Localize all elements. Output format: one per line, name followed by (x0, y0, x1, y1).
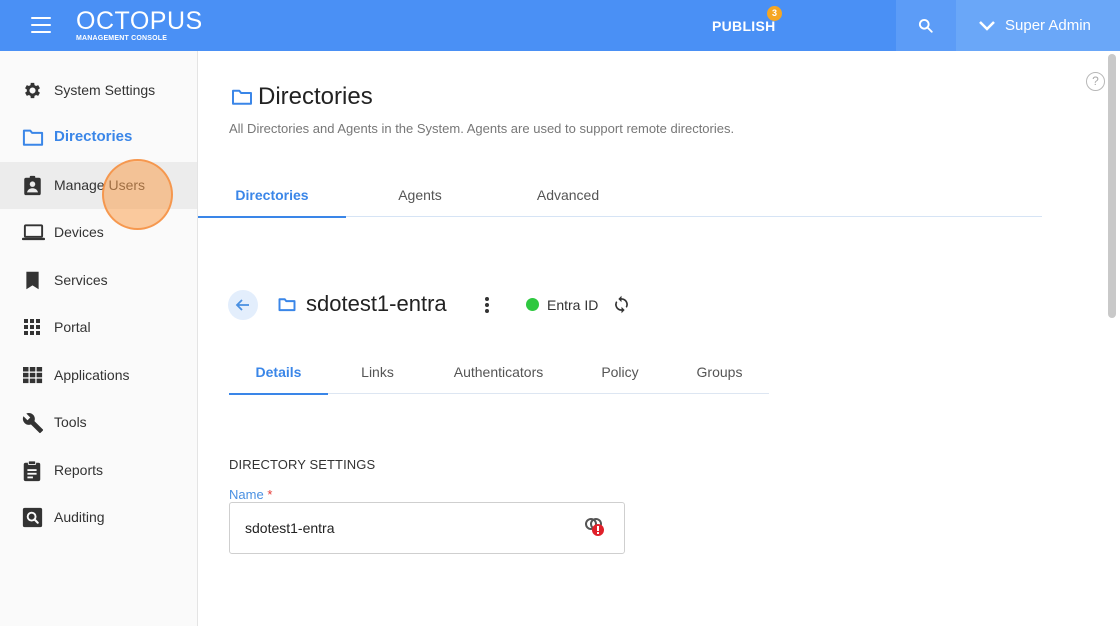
sidebar-item-portal[interactable]: Portal (0, 304, 197, 351)
more-options-icon[interactable] (484, 297, 490, 313)
tab-advanced[interactable]: Advanced (494, 174, 642, 217)
sidebar-item-label: Manage Users (54, 177, 146, 193)
tab-agents[interactable]: Agents (346, 174, 494, 217)
user-name: Super Admin (1005, 17, 1091, 34)
laptop-icon (22, 224, 45, 241)
status-indicator (526, 298, 539, 311)
tab-details[interactable]: Details (229, 352, 328, 395)
main-tabs: Directories Agents Advanced (198, 174, 1042, 218)
sidebar-item-label: Directories (54, 128, 133, 145)
chevron-down-icon (979, 21, 995, 31)
sidebar: System Settings Directories Manage Users… (0, 51, 198, 626)
publish-count-badge: 3 (767, 6, 782, 21)
brand-name: OCTOPUS (76, 7, 203, 35)
status-label: Entra ID (547, 297, 599, 313)
grid-icon (24, 319, 40, 335)
back-button[interactable] (228, 290, 258, 320)
arrow-left-icon (235, 299, 249, 311)
key-warning-icon[interactable] (583, 516, 607, 538)
search-report-icon (22, 507, 43, 528)
sidebar-item-directories[interactable]: Directories (0, 114, 197, 161)
sidebar-item-label: Devices (54, 224, 104, 240)
folder-icon (278, 298, 296, 312)
sidebar-item-label: Portal (54, 319, 91, 335)
tab-policy[interactable]: Policy (570, 352, 670, 394)
help-icon[interactable]: ? (1086, 72, 1105, 91)
user-badge-icon (24, 175, 41, 196)
folder-icon (22, 129, 44, 146)
brand-logo[interactable]: OCTOPUS MANAGEMENT CONSOLE (76, 8, 203, 43)
gear-icon (25, 82, 40, 99)
required-marker: * (267, 487, 273, 502)
sidebar-item-services[interactable]: Services (0, 257, 197, 304)
page-subtitle: All Directories and Agents in the System… (229, 121, 735, 136)
sidebar-item-label: Services (54, 272, 108, 288)
name-label-text: Name (229, 487, 264, 502)
sidebar-item-auditing[interactable]: Auditing (0, 494, 197, 541)
name-input[interactable] (229, 502, 625, 554)
sidebar-item-reports[interactable]: Reports (0, 447, 197, 494)
sync-icon[interactable] (612, 295, 631, 314)
apps-icon (23, 367, 43, 384)
tab-directories[interactable]: Directories (198, 174, 346, 218)
tab-links[interactable]: Links (328, 352, 427, 394)
search-button[interactable] (896, 0, 956, 51)
sidebar-item-devices[interactable]: Devices (0, 209, 197, 256)
publish-button[interactable]: PUBLISH (712, 18, 776, 34)
sidebar-item-tools[interactable]: Tools (0, 399, 197, 446)
user-menu[interactable]: Super Admin (956, 0, 1120, 51)
page-title: Directories (258, 83, 373, 110)
scrollbar[interactable] (1108, 54, 1116, 318)
tab-groups[interactable]: Groups (670, 352, 769, 394)
hamburger-menu-icon[interactable] (31, 17, 51, 33)
sidebar-item-label: Reports (54, 462, 104, 478)
sidebar-item-system-settings[interactable]: System Settings (0, 67, 197, 114)
sidebar-item-label: Auditing (54, 509, 105, 525)
section-title: DIRECTORY SETTINGS (229, 457, 376, 472)
bookmark-icon (26, 271, 39, 290)
wrench-icon (22, 413, 44, 434)
tab-authenticators[interactable]: Authenticators (427, 352, 570, 394)
sidebar-item-manage-users[interactable]: Manage Users (0, 162, 197, 209)
sidebar-item-applications[interactable]: Applications (0, 352, 197, 399)
sidebar-item-label: Tools (54, 414, 87, 430)
clipboard-icon (23, 460, 41, 482)
sidebar-item-label: Applications (54, 367, 130, 383)
name-field-label: Name * (229, 487, 272, 502)
folder-icon (232, 89, 252, 105)
search-icon (918, 18, 933, 33)
directory-tabs: Details Links Authenticators Policy Grou… (229, 352, 769, 395)
sidebar-item-label: System Settings (54, 82, 156, 98)
top-bar: OCTOPUS MANAGEMENT CONSOLE PUBLISH 3 Sup… (0, 0, 1120, 51)
brand-subtitle: MANAGEMENT CONSOLE (76, 35, 168, 42)
directory-name: sdotest1-entra (306, 291, 447, 316)
